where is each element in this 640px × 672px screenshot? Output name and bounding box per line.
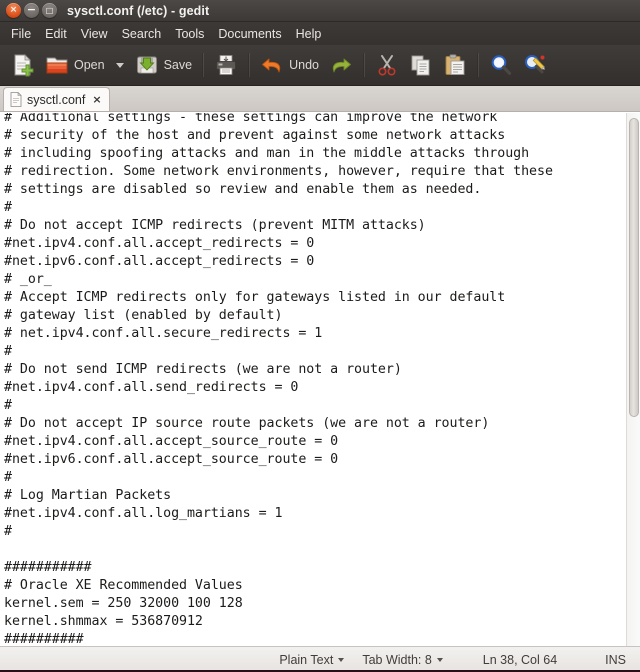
- redo-button[interactable]: [324, 49, 358, 81]
- paste-button[interactable]: [438, 49, 472, 81]
- close-icon: ×: [9, 5, 18, 15]
- tab-width-selector[interactable]: Tab Width: 8: [350, 653, 454, 667]
- text-editor[interactable]: # Additional settings - these settings c…: [0, 113, 626, 646]
- toolbar-separator-3: [362, 53, 365, 77]
- clipboard-paste-icon: [443, 53, 467, 77]
- scissors-icon: [375, 53, 399, 77]
- open-folder-icon: [45, 53, 69, 77]
- menu-help[interactable]: Help: [289, 25, 329, 43]
- find-button[interactable]: [484, 49, 518, 81]
- text-file-icon: [10, 92, 22, 107]
- toolbar: Open Save Undo: [0, 45, 640, 86]
- undo-button[interactable]: Undo: [255, 49, 324, 81]
- insert-mode-indicator[interactable]: INS: [583, 653, 626, 667]
- insert-mode-label: INS: [605, 652, 626, 667]
- gedit-window: × − □ sysctl.conf (/etc) - gedit File Ed…: [0, 0, 640, 672]
- new-document-icon: [11, 53, 35, 77]
- magnifier-icon: [489, 53, 513, 77]
- status-bar: Plain Text Tab Width: 8 Ln 38, Col 64 IN…: [0, 646, 640, 672]
- vertical-scrollbar-thumb[interactable]: [629, 118, 639, 417]
- menu-tools[interactable]: Tools: [168, 25, 211, 43]
- open-dropdown-chevron-down-icon[interactable]: [115, 62, 124, 68]
- tab-label: sysctl.conf: [27, 92, 86, 107]
- printer-icon: [214, 53, 238, 77]
- toolbar-separator-1: [202, 53, 205, 77]
- menu-search[interactable]: Search: [115, 25, 169, 43]
- menu-documents[interactable]: Documents: [211, 25, 288, 43]
- minimize-window-button[interactable]: −: [24, 3, 39, 18]
- toolbar-separator-2: [248, 53, 251, 77]
- cursor-position: Ln 38, Col 64: [455, 653, 583, 667]
- language-chevron-down-icon: [338, 657, 345, 662]
- language-selector[interactable]: Plain Text: [267, 653, 350, 667]
- cursor-position-label: Ln 38, Col 64: [482, 652, 558, 667]
- menu-bar: File Edit View Search Tools Documents He…: [0, 22, 640, 45]
- save-button[interactable]: Save: [130, 49, 198, 81]
- save-disk-icon: [135, 53, 159, 77]
- tab-sysctl-conf[interactable]: sysctl.conf ×: [3, 87, 110, 111]
- cut-button[interactable]: [370, 49, 404, 81]
- minimize-icon: −: [26, 2, 37, 16]
- maximize-window-button[interactable]: □: [42, 3, 57, 18]
- save-button-label: Save: [163, 58, 193, 72]
- new-document-button[interactable]: [6, 49, 40, 81]
- maximize-icon: □: [45, 5, 54, 15]
- language-label: Plain Text: [279, 652, 334, 667]
- open-button[interactable]: Open: [40, 49, 110, 81]
- replace-button[interactable]: [518, 49, 552, 81]
- menu-edit[interactable]: Edit: [38, 25, 74, 43]
- vertical-scrollbar[interactable]: [626, 113, 640, 646]
- undo-button-label: Undo: [289, 58, 319, 72]
- window-title: sysctl.conf (/etc) - gedit: [67, 3, 210, 18]
- magnifier-pencil-icon: [523, 53, 547, 77]
- redo-arrow-icon: [329, 53, 353, 77]
- toolbar-separator-4: [476, 53, 479, 77]
- undo-arrow-icon: [260, 53, 284, 77]
- close-window-button[interactable]: ×: [6, 3, 21, 18]
- tab-close-icon[interactable]: ×: [92, 94, 101, 105]
- title-bar: × − □ sysctl.conf (/etc) - gedit: [0, 0, 640, 22]
- menu-file[interactable]: File: [4, 25, 38, 43]
- tab-width-chevron-down-icon: [436, 657, 443, 662]
- window-controls: × − □: [6, 3, 57, 18]
- copy-pages-icon: [409, 53, 433, 77]
- tab-bar: sysctl.conf ×: [0, 86, 640, 112]
- editor-area: # Additional settings - these settings c…: [0, 112, 640, 646]
- tab-width-label: Tab Width: 8: [362, 652, 432, 667]
- print-button[interactable]: [209, 49, 243, 81]
- open-button-label: Open: [74, 58, 105, 72]
- menu-view[interactable]: View: [74, 25, 115, 43]
- copy-button[interactable]: [404, 49, 438, 81]
